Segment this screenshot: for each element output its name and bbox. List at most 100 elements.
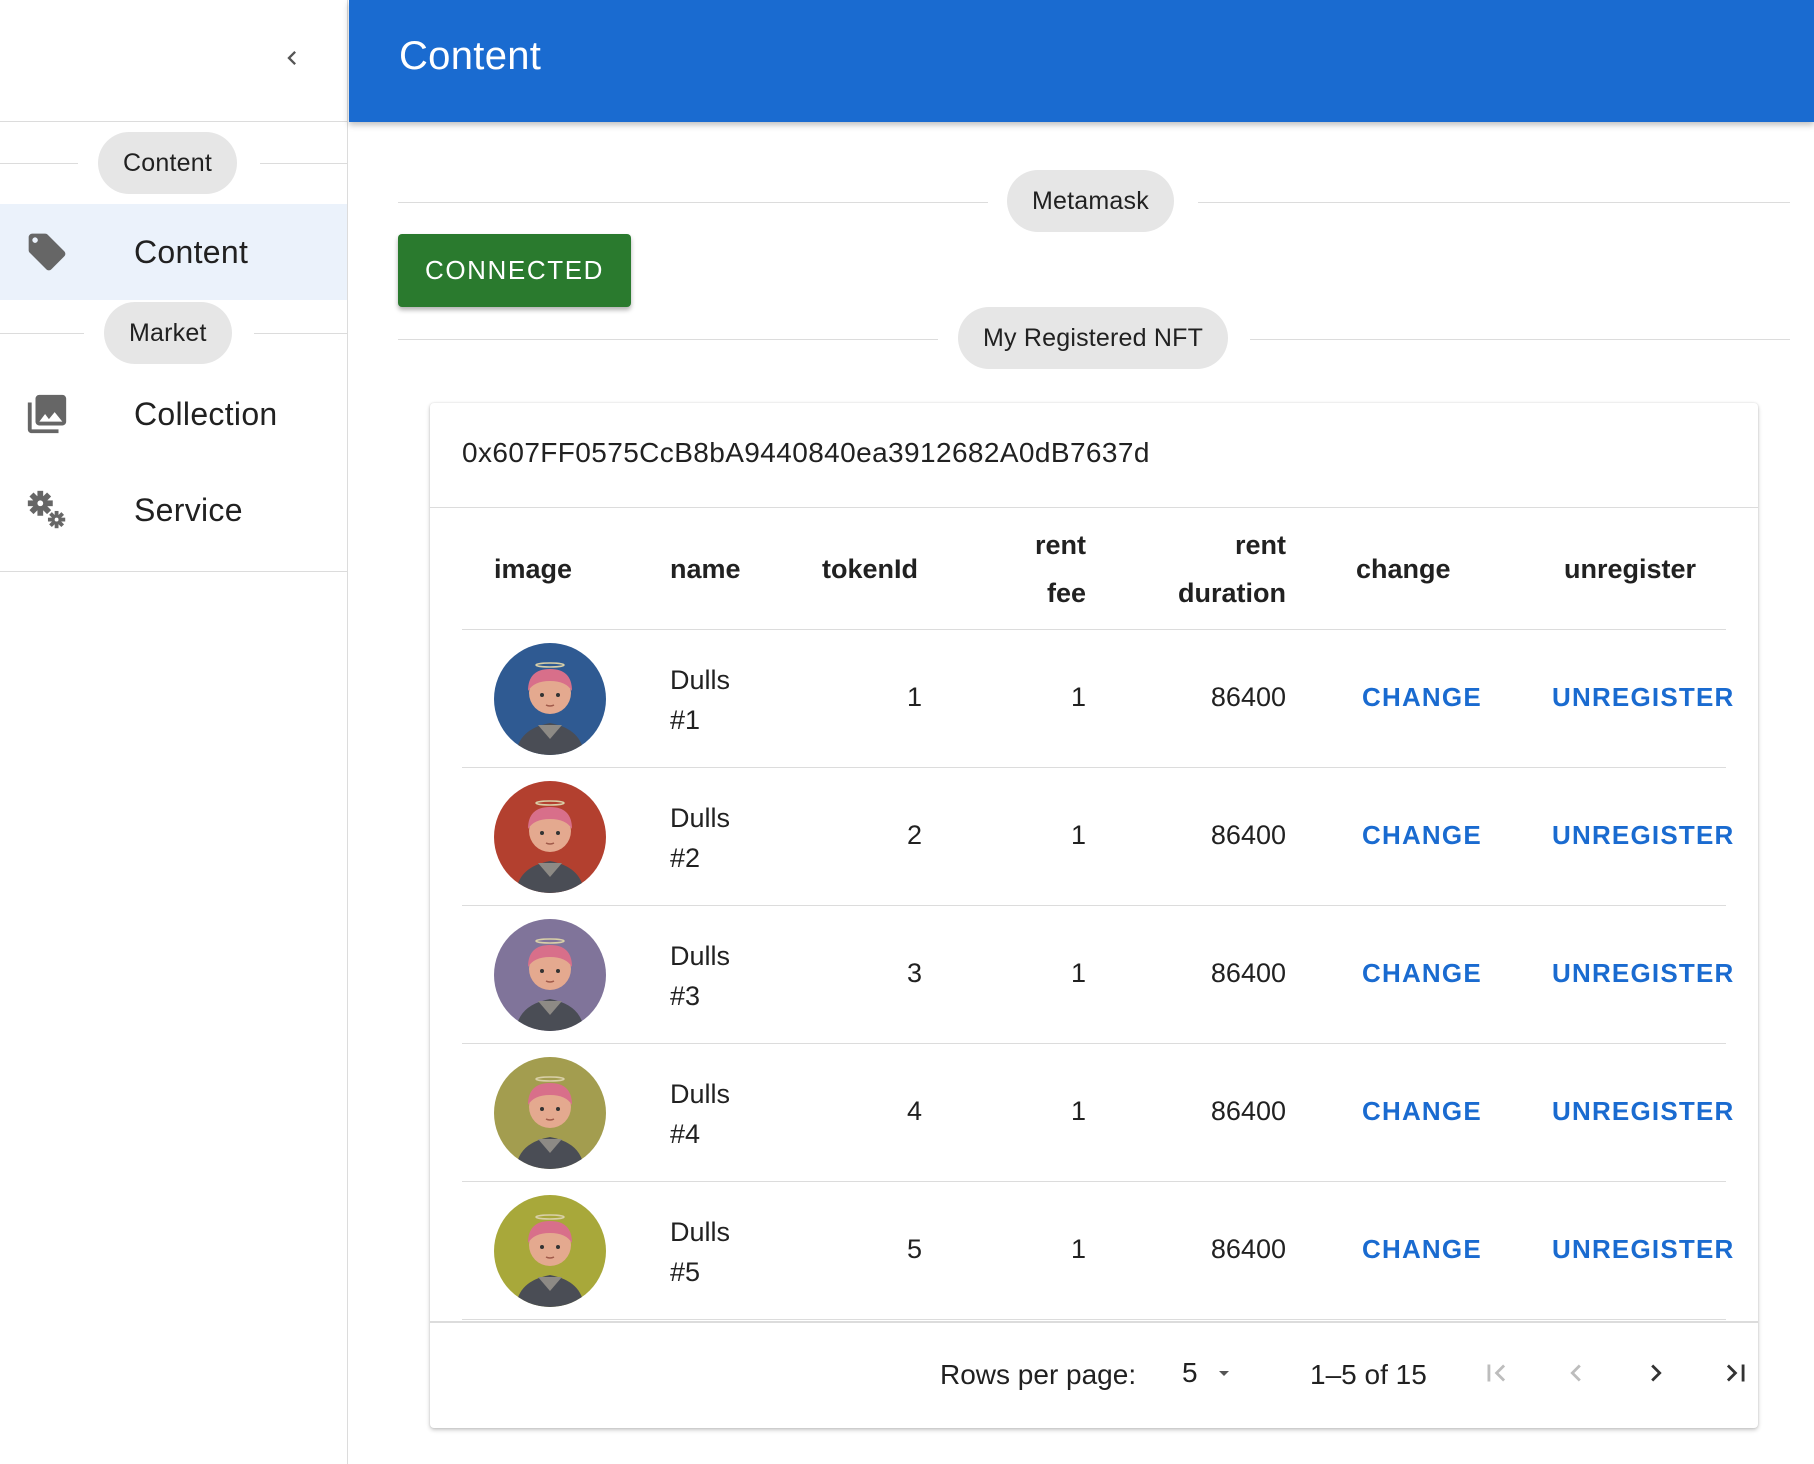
header-rent-duration-line2: duration bbox=[1178, 578, 1286, 608]
rent-duration: 86400 bbox=[1210, 820, 1286, 850]
last-page-button[interactable] bbox=[1712, 1349, 1760, 1397]
header-change: change bbox=[1356, 554, 1451, 584]
token-id: 3 bbox=[906, 958, 922, 988]
header-rent-fee-line2: fee bbox=[1046, 578, 1086, 608]
sidebar-section-content: Content bbox=[0, 122, 348, 204]
table-row: Dulls #3 3 1 86400 CHANGE UNREGISTER bbox=[462, 906, 1733, 1044]
nft-name: Dulls #4 bbox=[670, 1074, 790, 1154]
header-rent-fee-line1: rent bbox=[1034, 530, 1086, 560]
character-avatar-icon bbox=[494, 1057, 606, 1169]
rent-fee: 1 bbox=[1070, 1234, 1086, 1264]
nft-name-line2: #4 bbox=[670, 1119, 701, 1149]
nft-name-line2: #3 bbox=[670, 981, 701, 1011]
app-bar: Content bbox=[349, 0, 1814, 122]
sidebar: Content Content Market Collection Servic… bbox=[0, 0, 348, 1464]
token-id: 2 bbox=[906, 820, 922, 850]
table-row: Dulls #5 5 1 86400 CHANGE UNREGISTER bbox=[462, 1182, 1733, 1320]
wallet-address: 0x607FF0575CcB8bA9440840ea3912682A0dB763… bbox=[462, 437, 1150, 468]
table-row: Dulls #1 1 1 86400 CHANGE UNREGISTER bbox=[462, 630, 1733, 768]
nft-name-line1: Dulls bbox=[670, 1079, 731, 1109]
sidebar-item-label: Collection bbox=[134, 395, 278, 432]
sidebar-item-service[interactable]: Service bbox=[0, 462, 347, 558]
change-button[interactable]: CHANGE bbox=[1362, 958, 1482, 989]
nft-name: Dulls #1 bbox=[670, 660, 790, 740]
token-id: 1 bbox=[906, 682, 922, 712]
rows-per-page-value: 5 bbox=[1182, 1357, 1198, 1388]
collapse-sidebar-button[interactable] bbox=[272, 38, 312, 78]
sidebar-item-label: Content bbox=[134, 233, 249, 270]
rent-fee: 1 bbox=[1070, 820, 1086, 850]
nft-avatar bbox=[494, 919, 606, 1031]
unregister-button[interactable]: UNREGISTER bbox=[1552, 1096, 1734, 1127]
last-page-icon bbox=[1726, 1364, 1745, 1382]
nft-name-line1: Dulls bbox=[670, 1217, 731, 1247]
header-image: image bbox=[494, 554, 573, 584]
chevron-left-icon bbox=[287, 51, 296, 65]
table-row: Dulls #4 4 1 86400 CHANGE UNREGISTER bbox=[462, 1044, 1733, 1182]
registered-nft-chip: My Registered NFT bbox=[958, 307, 1229, 369]
connected-button[interactable]: CONNECTED bbox=[398, 234, 631, 307]
next-page-button[interactable] bbox=[1632, 1349, 1680, 1397]
sidebar-section-market: Market bbox=[0, 300, 348, 366]
first-page-icon bbox=[1487, 1364, 1506, 1382]
token-id: 4 bbox=[906, 1096, 922, 1126]
table-row: Dulls #2 2 1 86400 CHANGE UNREGISTER bbox=[462, 768, 1733, 906]
change-button[interactable]: CHANGE bbox=[1362, 1096, 1482, 1127]
nft-name-line2: #1 bbox=[670, 705, 701, 735]
sidebar-item-content[interactable]: Content bbox=[0, 204, 347, 300]
header-unregister: unregister bbox=[1564, 554, 1697, 584]
nft-name-line1: Dulls bbox=[670, 803, 731, 833]
change-button[interactable]: CHANGE bbox=[1362, 820, 1482, 851]
rent-duration: 86400 bbox=[1210, 958, 1286, 988]
metamask-chip: Metamask bbox=[1007, 170, 1174, 232]
photo-library-icon bbox=[24, 391, 70, 437]
token-id: 5 bbox=[906, 1234, 922, 1264]
nft-name: Dulls #5 bbox=[670, 1212, 790, 1292]
registered-nft-card: 0x607FF0575CcB8bA9440840ea3912682A0dB763… bbox=[430, 403, 1758, 1428]
rent-fee: 1 bbox=[1070, 1096, 1086, 1126]
nft-avatar bbox=[494, 781, 606, 893]
pagination-range: 1–5 of 15 bbox=[1310, 1359, 1427, 1390]
rent-fee: 1 bbox=[1070, 958, 1086, 988]
unregister-button[interactable]: UNREGISTER bbox=[1552, 1234, 1734, 1265]
card-divider bbox=[430, 507, 1758, 508]
registered-nft-divider: My Registered NFT bbox=[398, 307, 1790, 371]
nft-name-line1: Dulls bbox=[670, 941, 731, 971]
sidebar-item-collection[interactable]: Collection bbox=[0, 366, 347, 462]
nft-name: Dulls #3 bbox=[670, 936, 790, 1016]
unregister-button[interactable]: UNREGISTER bbox=[1552, 820, 1734, 851]
unregister-button[interactable]: UNREGISTER bbox=[1552, 682, 1734, 713]
previous-page-button[interactable] bbox=[1552, 1349, 1600, 1397]
caret-down-icon bbox=[1218, 1371, 1229, 1376]
character-avatar-icon bbox=[494, 1195, 606, 1307]
rows-per-page-select[interactable]: 5 bbox=[1182, 1353, 1236, 1393]
gears-icon bbox=[24, 487, 70, 533]
tag-icon bbox=[24, 229, 70, 275]
rent-duration: 86400 bbox=[1210, 1234, 1286, 1264]
character-avatar-icon bbox=[494, 643, 606, 755]
change-button[interactable]: CHANGE bbox=[1362, 1234, 1482, 1265]
page-title: Content bbox=[399, 34, 542, 78]
character-avatar-icon bbox=[494, 919, 606, 1031]
change-button[interactable]: CHANGE bbox=[1362, 682, 1482, 713]
sidebar-item-label: Service bbox=[134, 491, 243, 528]
unregister-button[interactable]: UNREGISTER bbox=[1552, 958, 1734, 989]
first-page-button[interactable] bbox=[1472, 1349, 1520, 1397]
header-rent-fee: rent fee bbox=[986, 521, 1086, 617]
rent-fee: 1 bbox=[1070, 682, 1086, 712]
nft-name-line2: #2 bbox=[670, 843, 701, 873]
rent-duration: 86400 bbox=[1210, 1096, 1286, 1126]
header-name: name bbox=[670, 554, 741, 584]
sidebar-divider bbox=[0, 571, 348, 572]
chevron-left-icon bbox=[1570, 1364, 1581, 1382]
nft-name-line2: #5 bbox=[670, 1257, 701, 1287]
sidebar-header bbox=[0, 0, 347, 122]
header-rent-duration: rent duration bbox=[1130, 521, 1286, 617]
nft-name-line1: Dulls bbox=[670, 665, 731, 695]
header-tokenid: tokenId bbox=[822, 554, 919, 584]
metamask-divider: Metamask bbox=[398, 170, 1790, 234]
nft-avatar bbox=[494, 643, 606, 755]
nft-name: Dulls #2 bbox=[670, 798, 790, 878]
nft-avatar bbox=[494, 1195, 606, 1307]
table-footer-divider bbox=[430, 1321, 1758, 1323]
